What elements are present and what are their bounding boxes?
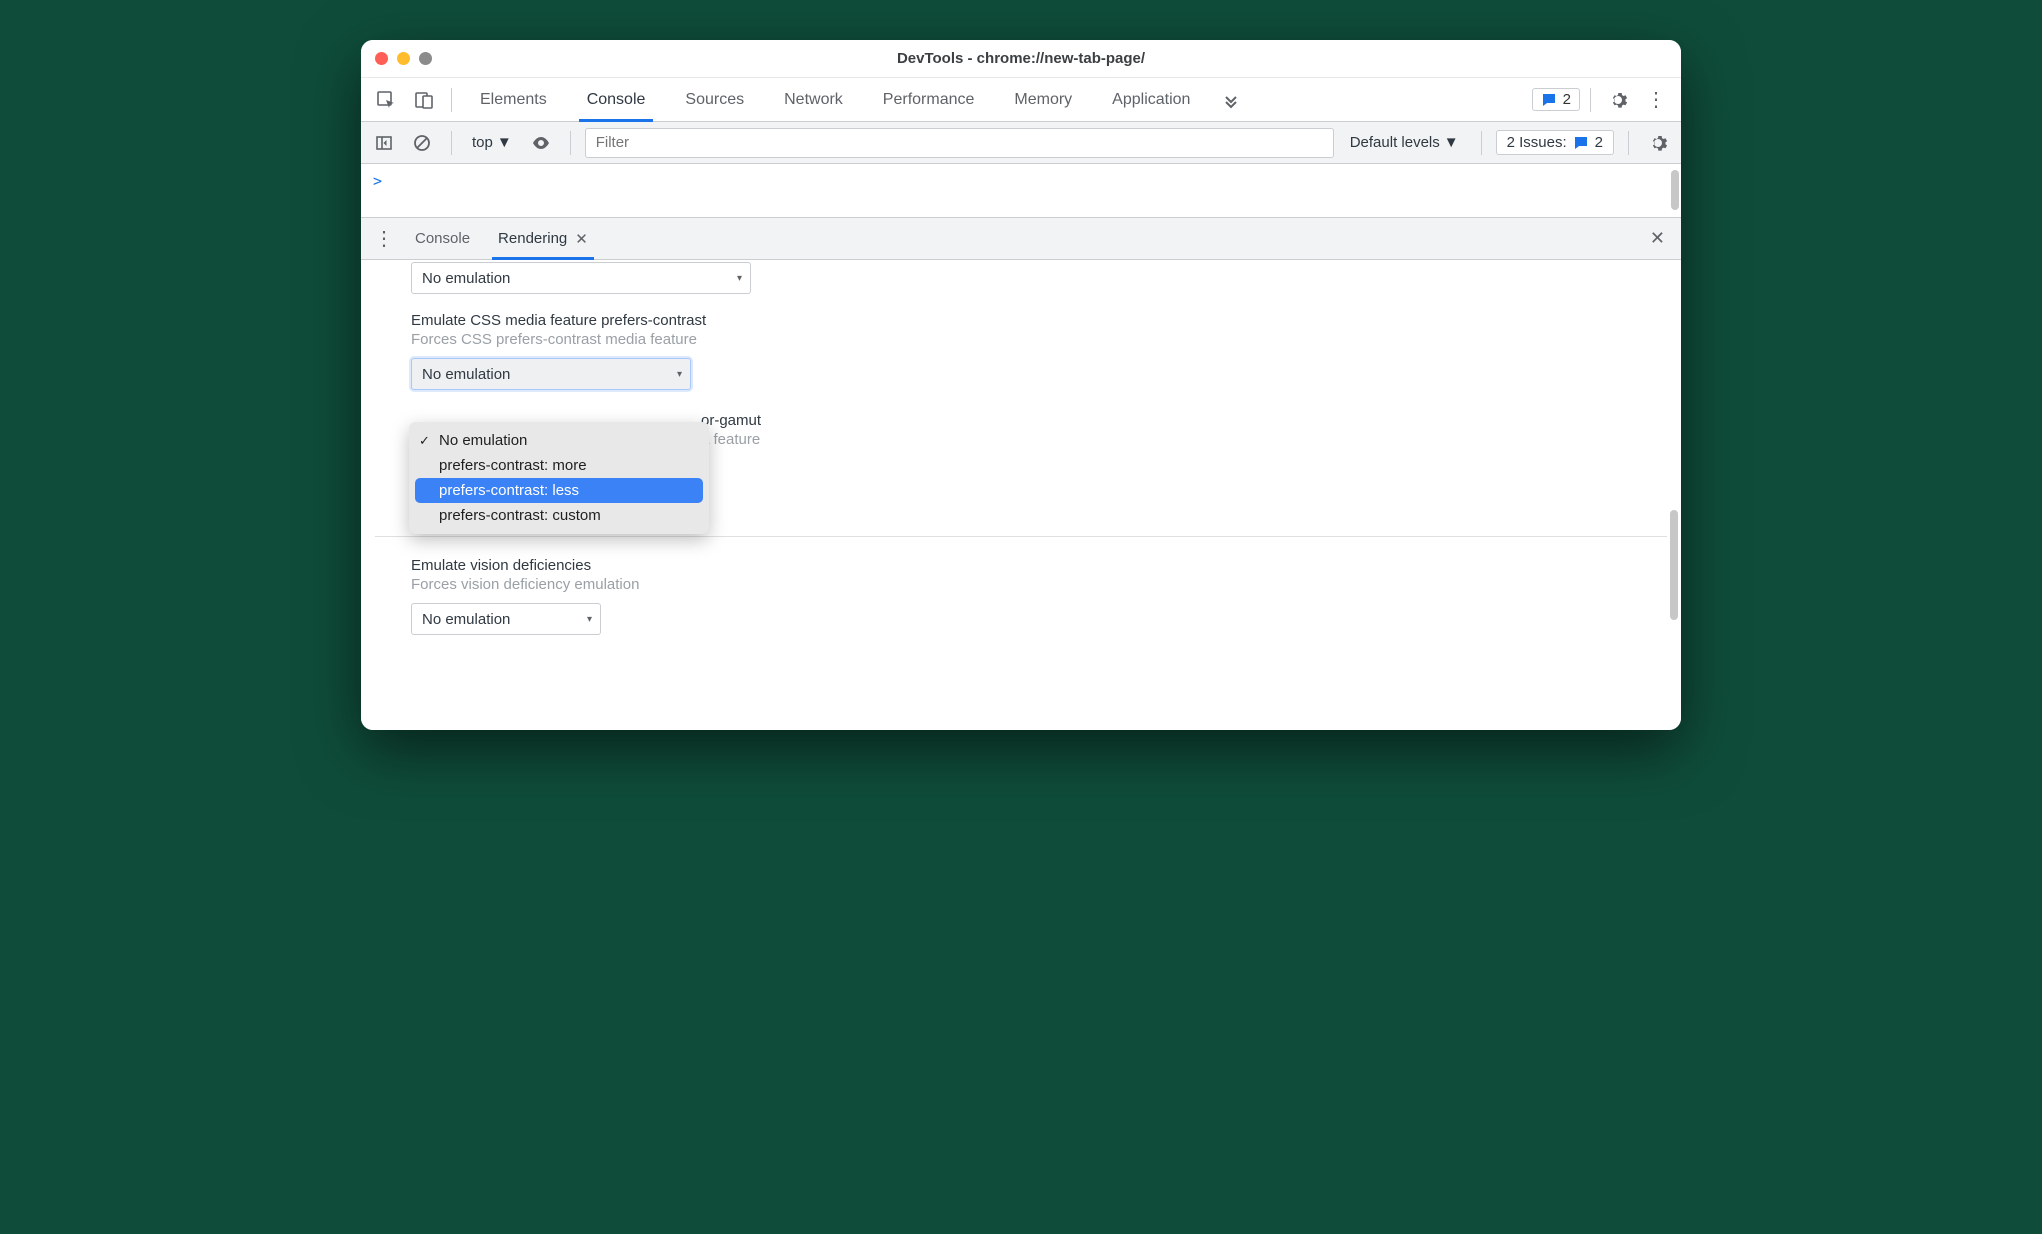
divider (1590, 88, 1591, 112)
device-toolbar-icon[interactable] (407, 83, 441, 117)
issues-count: 2 (1595, 134, 1603, 151)
inspect-element-icon[interactable] (369, 83, 403, 117)
section-title: Emulate CSS media feature prefers-contra… (411, 312, 1681, 329)
chevron-down-icon: ▼ (1444, 134, 1459, 151)
titlebar: DevTools - chrome://new-tab-page/ (361, 40, 1681, 78)
scrollbar[interactable] (1671, 170, 1679, 210)
context-select[interactable]: top ▼ (466, 130, 518, 155)
drawer-kebab-icon[interactable]: ⋮ (369, 224, 399, 254)
filter-input[interactable] (585, 128, 1334, 158)
tab-memory[interactable]: Memory (996, 78, 1090, 121)
console-toolbar: top ▼ Default levels ▼ 2 Issues: 2 (361, 122, 1681, 164)
more-tabs-icon[interactable] (1212, 91, 1250, 109)
chevron-down-icon: ▾ (587, 614, 592, 625)
close-window-icon[interactable] (375, 52, 388, 65)
select-value: No emulation (422, 611, 510, 628)
console-body[interactable]: > (361, 164, 1681, 218)
settings-icon[interactable] (1601, 83, 1635, 117)
chevron-down-icon: ▾ (677, 369, 682, 380)
dropdown-option-less[interactable]: prefers-contrast: less (415, 478, 703, 503)
clear-console-icon[interactable] (407, 128, 437, 158)
console-settings-icon[interactable] (1643, 128, 1673, 158)
vision-deficiency-select[interactable]: No emulation ▾ (411, 603, 601, 635)
section-desc: Forces vision deficiency emulation (411, 576, 1681, 593)
vision-deficiencies-section: Emulate vision deficiencies Forces visio… (361, 549, 1681, 635)
dropdown-option-more[interactable]: prefers-contrast: more (409, 453, 709, 478)
section-desc: Forces CSS prefers-contrast media featur… (411, 331, 1681, 348)
tab-elements[interactable]: Elements (462, 78, 565, 121)
divider (1628, 131, 1629, 155)
tab-performance[interactable]: Performance (865, 78, 993, 121)
context-value: top (472, 134, 493, 151)
tab-label: Application (1112, 91, 1190, 109)
feedback-count: 2 (1563, 91, 1571, 108)
window-title: DevTools - chrome://new-tab-page/ (361, 50, 1681, 67)
drawer-tab-console[interactable]: Console (403, 218, 482, 259)
kebab-menu-icon[interactable]: ⋮ (1639, 83, 1673, 117)
tab-network[interactable]: Network (766, 78, 861, 121)
prefers-contrast-dropdown: No emulation prefers-contrast: more pref… (409, 422, 709, 534)
option-label: prefers-contrast: more (439, 457, 587, 474)
dropdown-option-custom[interactable]: prefers-contrast: custom (409, 503, 709, 528)
scrollbar[interactable] (1670, 510, 1678, 620)
tab-label: Console (587, 91, 646, 109)
tab-console[interactable]: Console (569, 78, 664, 121)
maximize-window-icon[interactable] (419, 52, 432, 65)
live-expression-icon[interactable] (526, 128, 556, 158)
option-label: No emulation (439, 432, 527, 449)
divider (570, 131, 571, 155)
drawer-tab-label: Rendering (498, 230, 567, 247)
tab-label: Performance (883, 91, 975, 109)
tab-label: Sources (685, 91, 744, 109)
tab-label: Elements (480, 91, 547, 109)
main-tabs: Elements Console Sources Network Perform… (361, 78, 1681, 122)
section-divider (375, 536, 1667, 537)
chevron-down-icon: ▼ (497, 134, 512, 151)
option-label: prefers-contrast: custom (439, 507, 601, 524)
rendering-panel: No emulation ▾ Emulate CSS media feature… (361, 260, 1681, 730)
close-icon[interactable]: ✕ (575, 230, 588, 248)
drawer-close-icon[interactable]: ✕ (1642, 228, 1673, 249)
tab-label: Memory (1014, 91, 1072, 109)
tab-application[interactable]: Application (1094, 78, 1208, 121)
tab-sources[interactable]: Sources (667, 78, 762, 121)
divider (451, 88, 452, 112)
feedback-icon (1541, 92, 1557, 108)
prefers-contrast-select[interactable]: No emulation ▾ (411, 358, 691, 390)
divider (451, 131, 452, 155)
minimize-window-icon[interactable] (397, 52, 410, 65)
levels-select[interactable]: Default levels ▼ (1342, 130, 1467, 155)
feedback-icon (1573, 135, 1589, 151)
select-value: No emulation (422, 366, 510, 383)
window-controls (375, 52, 432, 65)
select-value: No emulation (422, 270, 510, 287)
devtools-window: DevTools - chrome://new-tab-page/ Elemen… (361, 40, 1681, 730)
option-label: prefers-contrast: less (439, 482, 579, 499)
sidebar-toggle-icon[interactable] (369, 128, 399, 158)
issues-label: 2 Issues: (1507, 134, 1567, 151)
drawer-tabs: ⋮ Console Rendering ✕ ✕ (361, 218, 1681, 260)
feedback-badge[interactable]: 2 (1532, 88, 1580, 111)
emulate-media-type-select[interactable]: No emulation ▾ (411, 262, 751, 294)
drawer-tab-label: Console (415, 230, 470, 247)
drawer-tab-rendering[interactable]: Rendering ✕ (486, 218, 600, 259)
section-title: Emulate vision deficiencies (411, 557, 1681, 574)
chevron-down-icon: ▾ (737, 273, 742, 284)
tab-label: Network (784, 91, 843, 109)
levels-value: Default levels (1350, 134, 1440, 151)
divider (1481, 131, 1482, 155)
console-prompt: > (373, 172, 382, 190)
prefers-contrast-section: Emulate CSS media feature prefers-contra… (361, 304, 1681, 390)
dropdown-option-no-emulation[interactable]: No emulation (409, 428, 709, 453)
issues-pill[interactable]: 2 Issues: 2 (1496, 130, 1614, 155)
